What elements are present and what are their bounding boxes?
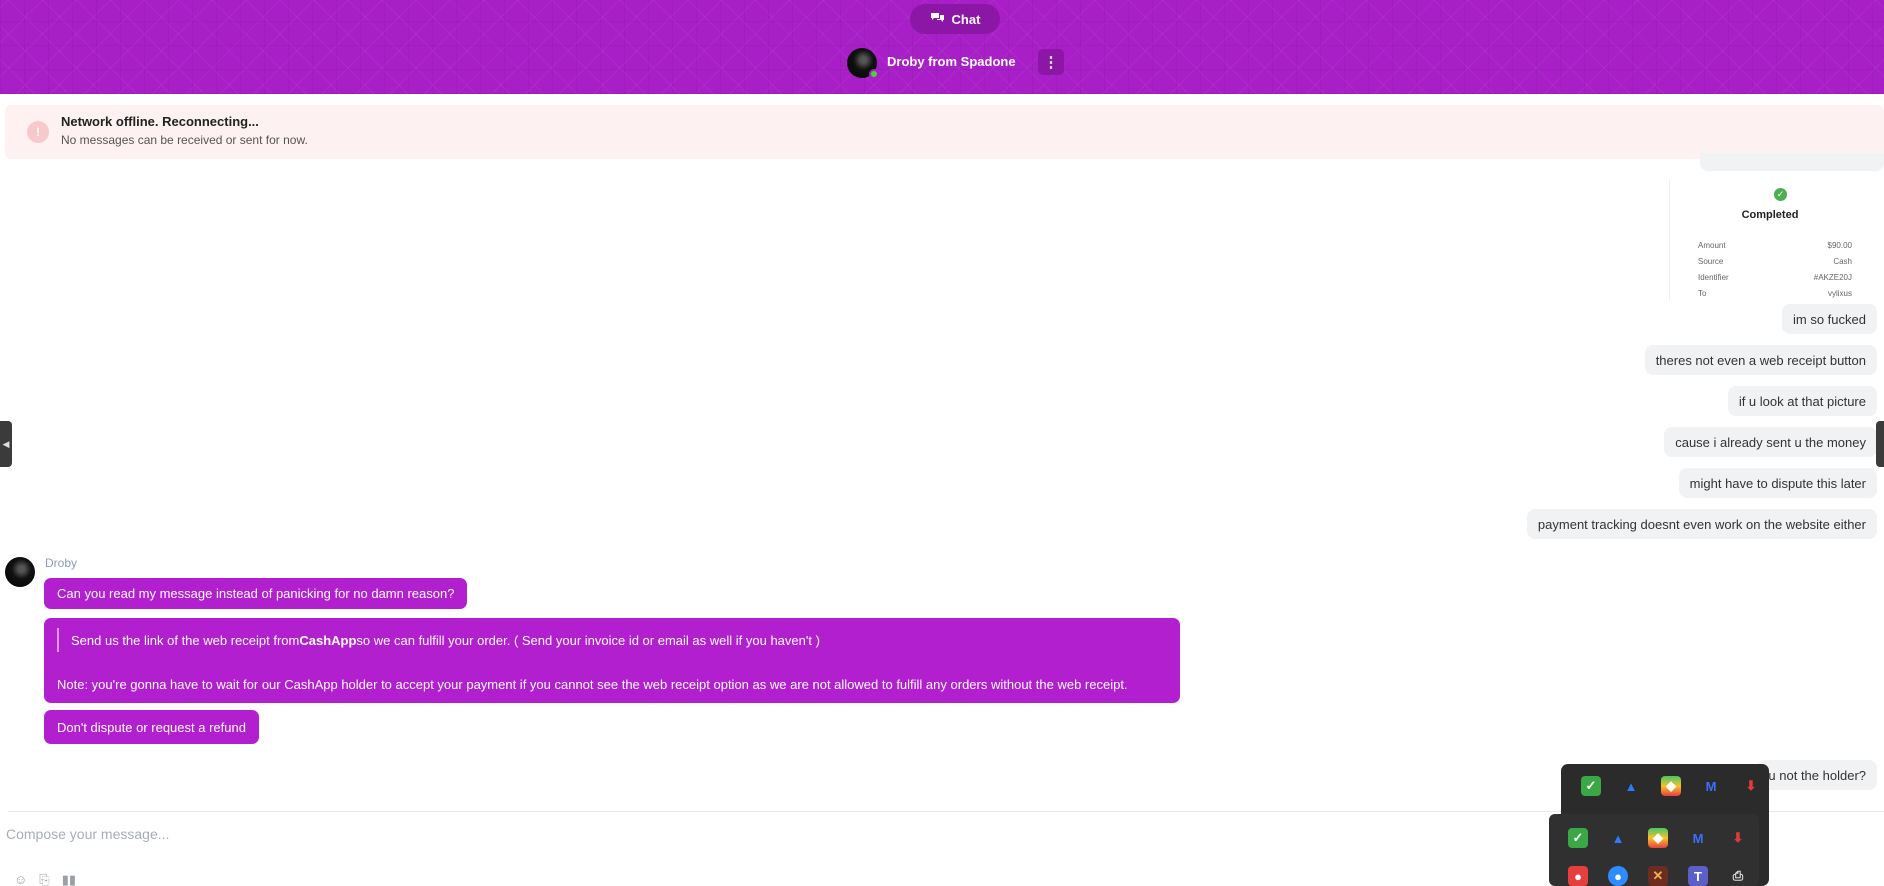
receipt-row: Amount $90.00 <box>1698 241 1852 250</box>
sender-name: Droby <box>45 556 78 570</box>
right-panel-toggle[interactable] <box>1876 421 1884 467</box>
message-note: Note: you're gonna have to wait for our … <box>57 677 1128 692</box>
malwarebytes-icon[interactable]: M <box>1701 776 1721 796</box>
shield-check-icon[interactable]: ✓ <box>1568 828 1588 848</box>
online-status-indicator <box>869 69 879 79</box>
emoji-icon[interactable]: ☺ <box>14 872 27 886</box>
outgoing-message: cause i already sent u the money <box>1664 427 1877 457</box>
payment-receipt-image[interactable]: ✓ Completed Amount $90.00 Source Cash Iden… <box>1669 180 1869 300</box>
blue-app-icon[interactable]: ▲ <box>1608 828 1628 848</box>
chevron-left-icon: ◀ <box>2 438 10 449</box>
teams-icon[interactable]: T <box>1688 866 1708 886</box>
receipt-row: Identifier #AKZE20J <box>1698 273 1852 282</box>
more-options-button[interactable]: ⋮ <box>1038 49 1064 75</box>
incoming-message: Don't dispute or request a refund <box>44 710 259 744</box>
chat-bubbles-icon <box>930 12 945 27</box>
voice-icon[interactable]: ▮▮ <box>62 872 76 886</box>
receipt-row: To vylixus <box>1698 289 1852 298</box>
banner-title: Network offline. Reconnecting... <box>61 114 259 129</box>
alert-icon: ! <box>27 121 49 143</box>
left-panel-toggle[interactable]: ◀ <box>0 421 12 467</box>
outgoing-message: payment tracking doesnt even work on the… <box>1526 509 1877 539</box>
compose-message-input[interactable] <box>6 822 1546 846</box>
attachment-icon[interactable]: ⎘ <box>39 872 49 886</box>
droby-avatar <box>5 557 35 587</box>
red-app-icon[interactable]: ● <box>1568 866 1588 886</box>
incoming-message: Can you read my message instead of panic… <box>44 578 468 609</box>
network-offline-banner: ! Network offline. Reconnecting... No me… <box>5 105 1884 159</box>
shield-check-icon[interactable]: ✓ <box>1581 776 1601 796</box>
browser-icon[interactable]: ● <box>1608 866 1628 886</box>
download-icon[interactable]: ⬇ <box>1741 776 1761 796</box>
malwarebytes-icon[interactable]: M <box>1688 828 1708 848</box>
chat-tab-button[interactable]: Chat <box>910 4 1000 34</box>
bluestacks-icon[interactable]: ◆ <box>1648 828 1668 848</box>
game-icon[interactable]: ✕ <box>1648 866 1668 886</box>
receipt-row: Source Cash <box>1698 257 1852 266</box>
outgoing-message: im so fucked <box>1782 304 1877 334</box>
bluestacks-icon[interactable]: ◆ <box>1661 776 1681 796</box>
outgoing-message: theres not even a web receipt button <box>1644 345 1877 375</box>
agent-name: Droby from Spadone <box>887 54 1016 69</box>
outgoing-message: if u look at that picture <box>1727 386 1877 416</box>
blue-app-icon[interactable]: ▲ <box>1621 776 1641 796</box>
chat-tab-label: Chat <box>951 11 981 27</box>
receipt-status: Completed <box>1741 209 1799 221</box>
outgoing-message: u not the holder? <box>1757 760 1877 790</box>
system-tray-overflow-secondary: ✓ ▲ ◆ M ⬇ ● ● ✕ T ⎙ <box>1549 814 1759 886</box>
download-icon[interactable]: ⬇ <box>1728 828 1748 848</box>
chat-header: Chat Droby from Spadone ⋮ <box>0 0 1884 94</box>
incoming-message: Send us the link of the web receipt from… <box>44 618 1180 703</box>
message-quote: Send us the link of the web receipt from… <box>57 628 820 652</box>
banner-text: No messages can be received or sent for … <box>61 133 308 147</box>
kebab-menu-icon: ⋮ <box>1043 54 1059 71</box>
partial-message-bubble <box>1700 153 1884 171</box>
outgoing-message: might have to dispute this later <box>1678 468 1877 498</box>
composer-toolbar: ☺ ⎘ ▮▮ <box>14 872 76 886</box>
check-circle-icon: ✓ <box>1774 188 1787 201</box>
usb-icon[interactable]: ⎙ <box>1728 866 1748 886</box>
